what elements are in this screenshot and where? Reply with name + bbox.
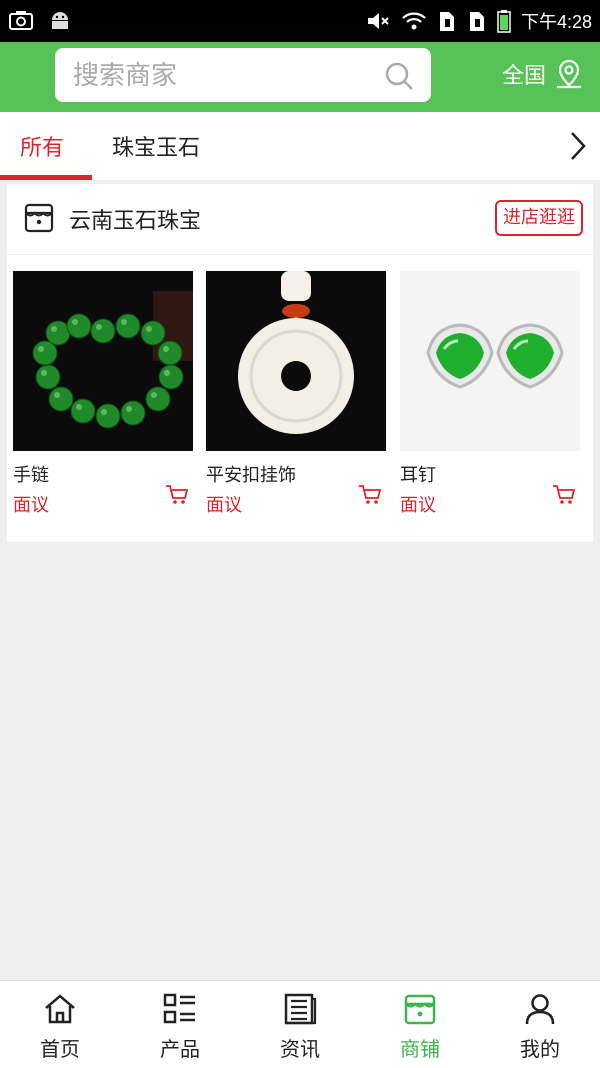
search-input[interactable] — [71, 60, 375, 92]
cart-icon[interactable] — [552, 484, 576, 506]
active-tab-indicator — [0, 175, 92, 180]
shop-header[interactable]: 云南玉石珠宝 进店逛逛 — [7, 184, 593, 255]
nav-products[interactable]: 产品 — [120, 991, 240, 1062]
news-icon — [284, 993, 317, 1025]
home-icon — [45, 994, 75, 1024]
nav-home[interactable]: 首页 — [0, 991, 120, 1062]
store-icon — [24, 203, 54, 233]
region-label: 全国 — [501, 64, 546, 89]
product-image-pendant[interactable] — [206, 271, 386, 451]
store-icon — [404, 994, 436, 1025]
enter-store-button[interactable]: 进店逛逛 — [495, 200, 583, 236]
screenshot-icon — [9, 11, 33, 30]
android-icon — [52, 12, 68, 29]
tab-jewelry-jade[interactable]: 珠宝玉石 — [112, 130, 200, 162]
nav-stores[interactable]: 商铺 — [360, 991, 480, 1062]
grid-list-icon — [163, 993, 195, 1024]
product-image-earrings[interactable] — [400, 271, 580, 451]
product-image-bracelet[interactable] — [13, 271, 193, 451]
nav-home-label: 首页 — [40, 1037, 80, 1061]
nav-mine-label: 我的 — [520, 1037, 560, 1061]
product-card[interactable]: 耳钉 面议 — [400, 271, 580, 517]
nav-mine[interactable]: 我的 — [480, 991, 600, 1062]
cart-icon[interactable] — [358, 484, 382, 506]
shop-card: 云南玉石珠宝 进店逛逛 手链 面议 平安扣挂饰 面议 耳钉 面议 — [7, 184, 593, 542]
shop-name: 云南玉石珠宝 — [69, 209, 202, 234]
nav-news-label: 资讯 — [280, 1037, 320, 1061]
status-bar: 下午4:28 — [0, 0, 600, 42]
product-card[interactable]: 平安扣挂饰 面议 — [206, 271, 386, 517]
wifi-icon — [402, 12, 426, 30]
header-bar: 全国 — [0, 42, 600, 112]
nav-stores-label: 商铺 — [400, 1037, 440, 1061]
sim2-icon — [469, 12, 484, 31]
nav-news[interactable]: 资讯 — [240, 991, 360, 1062]
search-icon[interactable] — [383, 60, 415, 92]
user-icon — [525, 994, 555, 1025]
chevron-right-icon[interactable] — [568, 130, 588, 162]
bottom-nav: 首页 产品 资讯 商铺 我的 — [0, 980, 600, 1068]
status-time: 下午4:28 — [520, 12, 592, 32]
nav-products-label: 产品 — [160, 1037, 200, 1061]
search-box[interactable] — [55, 48, 431, 102]
product-card[interactable]: 手链 面议 — [13, 271, 193, 517]
battery-icon — [497, 10, 511, 33]
region-selector[interactable]: 全国 — [502, 58, 584, 90]
cart-icon[interactable] — [165, 484, 189, 506]
location-pin-icon — [557, 59, 581, 89]
category-tabs: 所有 珠宝玉石 — [0, 112, 600, 180]
tab-all[interactable]: 所有 — [20, 130, 64, 162]
mute-icon — [367, 13, 389, 29]
sim1-icon — [439, 12, 454, 31]
